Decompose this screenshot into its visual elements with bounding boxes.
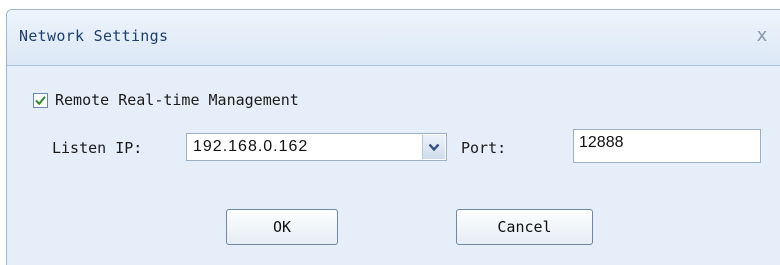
dialog-body: Remote Real-time Management Listen IP: 1… [7,66,780,265]
cancel-button[interactable]: Cancel [456,209,593,245]
remote-management-option[interactable]: Remote Real-time Management [33,90,299,110]
listen-ip-label: Listen IP: [52,139,143,157]
dialog-title: Network Settings [19,27,169,45]
chevron-down-icon [428,143,440,152]
listen-ip-value: 192.168.0.162 [193,138,309,155]
close-icon[interactable]: x [751,25,773,47]
dropdown-button[interactable] [422,135,445,159]
ok-button[interactable]: OK [226,209,338,245]
remote-management-label: Remote Real-time Management [55,91,299,109]
checkmark-icon [35,95,46,105]
title-bar: Network Settings x [7,10,780,66]
network-settings-dialog: Network Settings x Remote Real-time Mana… [6,9,780,265]
remote-management-checkbox[interactable] [33,92,48,108]
port-input[interactable]: 12888 [573,129,761,163]
listen-ip-select[interactable]: 192.168.0.162 [186,133,447,161]
port-label: Port: [461,139,507,157]
